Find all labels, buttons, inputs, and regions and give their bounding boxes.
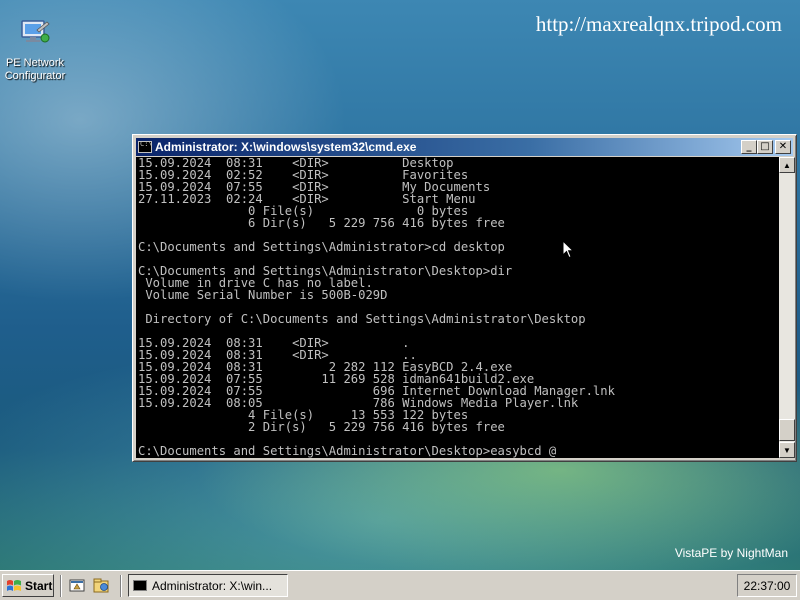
cmd-window-title: Administrator: X:\windows\system32\cmd.e… — [155, 140, 417, 154]
scroll-down-arrow-icon[interactable]: ▼ — [779, 442, 795, 458]
network-configurator-icon — [21, 20, 50, 43]
scroll-up-arrow-icon[interactable]: ▲ — [779, 157, 795, 173]
scroll-thumb[interactable] — [779, 419, 795, 441]
system-tray: 22:37:00 — [737, 574, 797, 597]
desktop-url-text: http://maxrealqnx.tripod.com — [535, 12, 782, 36]
console-line: C:\Documents and Settings\Administrator>… — [138, 240, 505, 254]
taskbar-button-cmd[interactable]: Administrator: X:\win... — [128, 574, 288, 597]
desktop-icon-label-line1: PE Network — [5, 57, 65, 69]
taskbar: Start Administrator: X:\win... 22:37:00 — [0, 570, 800, 600]
minimize-button[interactable]: _ — [741, 140, 757, 154]
taskbar-button-label: Administrator: X:\win... — [152, 578, 273, 593]
console-line: Volume Serial Number is 500B-029D — [138, 288, 388, 302]
window-controls: _ □ ✕ — [741, 140, 791, 154]
console-line: 6 Dir(s) 5 229 756 416 bytes free — [138, 216, 505, 230]
console-lines: 15.09.2024 08:31 <DIR> Desktop 15.09.2024… — [136, 157, 779, 457]
console-line: C:\Documents and Settings\Administrator\… — [138, 444, 557, 458]
vertical-scrollbar[interactable]: ▲ ▼ — [779, 157, 795, 458]
windows-flag-icon — [7, 579, 21, 591]
cmd-icon[interactable] — [138, 140, 153, 153]
taskbar-separator — [120, 575, 122, 597]
maximize-button[interactable]: □ — [757, 140, 773, 154]
mouse-pointer-icon — [562, 240, 574, 259]
cmd-icon — [133, 580, 147, 591]
show-desktop-icon[interactable] — [68, 577, 86, 595]
desktop-watermark: VistaPE by NightMan — [674, 546, 788, 560]
desktop-icon-label-line2: Configurator — [4, 70, 66, 82]
start-label: Start — [25, 578, 53, 593]
taskbar-separator — [60, 575, 62, 597]
console-output[interactable]: 15.09.2024 08:31 <DIR> Desktop 15.09.2024… — [136, 157, 779, 458]
cmd-window[interactable]: Administrator: X:\windows\system32\cmd.e… — [132, 134, 797, 462]
start-button[interactable]: Start — [2, 574, 54, 597]
console-line: 2 Dir(s) 5 229 756 416 bytes free — [138, 420, 505, 434]
close-button[interactable]: ✕ — [775, 140, 791, 154]
desktop-icon-pe-network-configurator[interactable]: PE Network Configurator — [2, 16, 68, 83]
console-line: Directory of C:\Documents and Settings\A… — [138, 312, 586, 326]
clock[interactable]: 22:37:00 — [744, 579, 791, 593]
explorer-icon[interactable] — [92, 577, 110, 595]
cmd-titlebar[interactable]: Administrator: X:\windows\system32\cmd.e… — [136, 138, 793, 156]
